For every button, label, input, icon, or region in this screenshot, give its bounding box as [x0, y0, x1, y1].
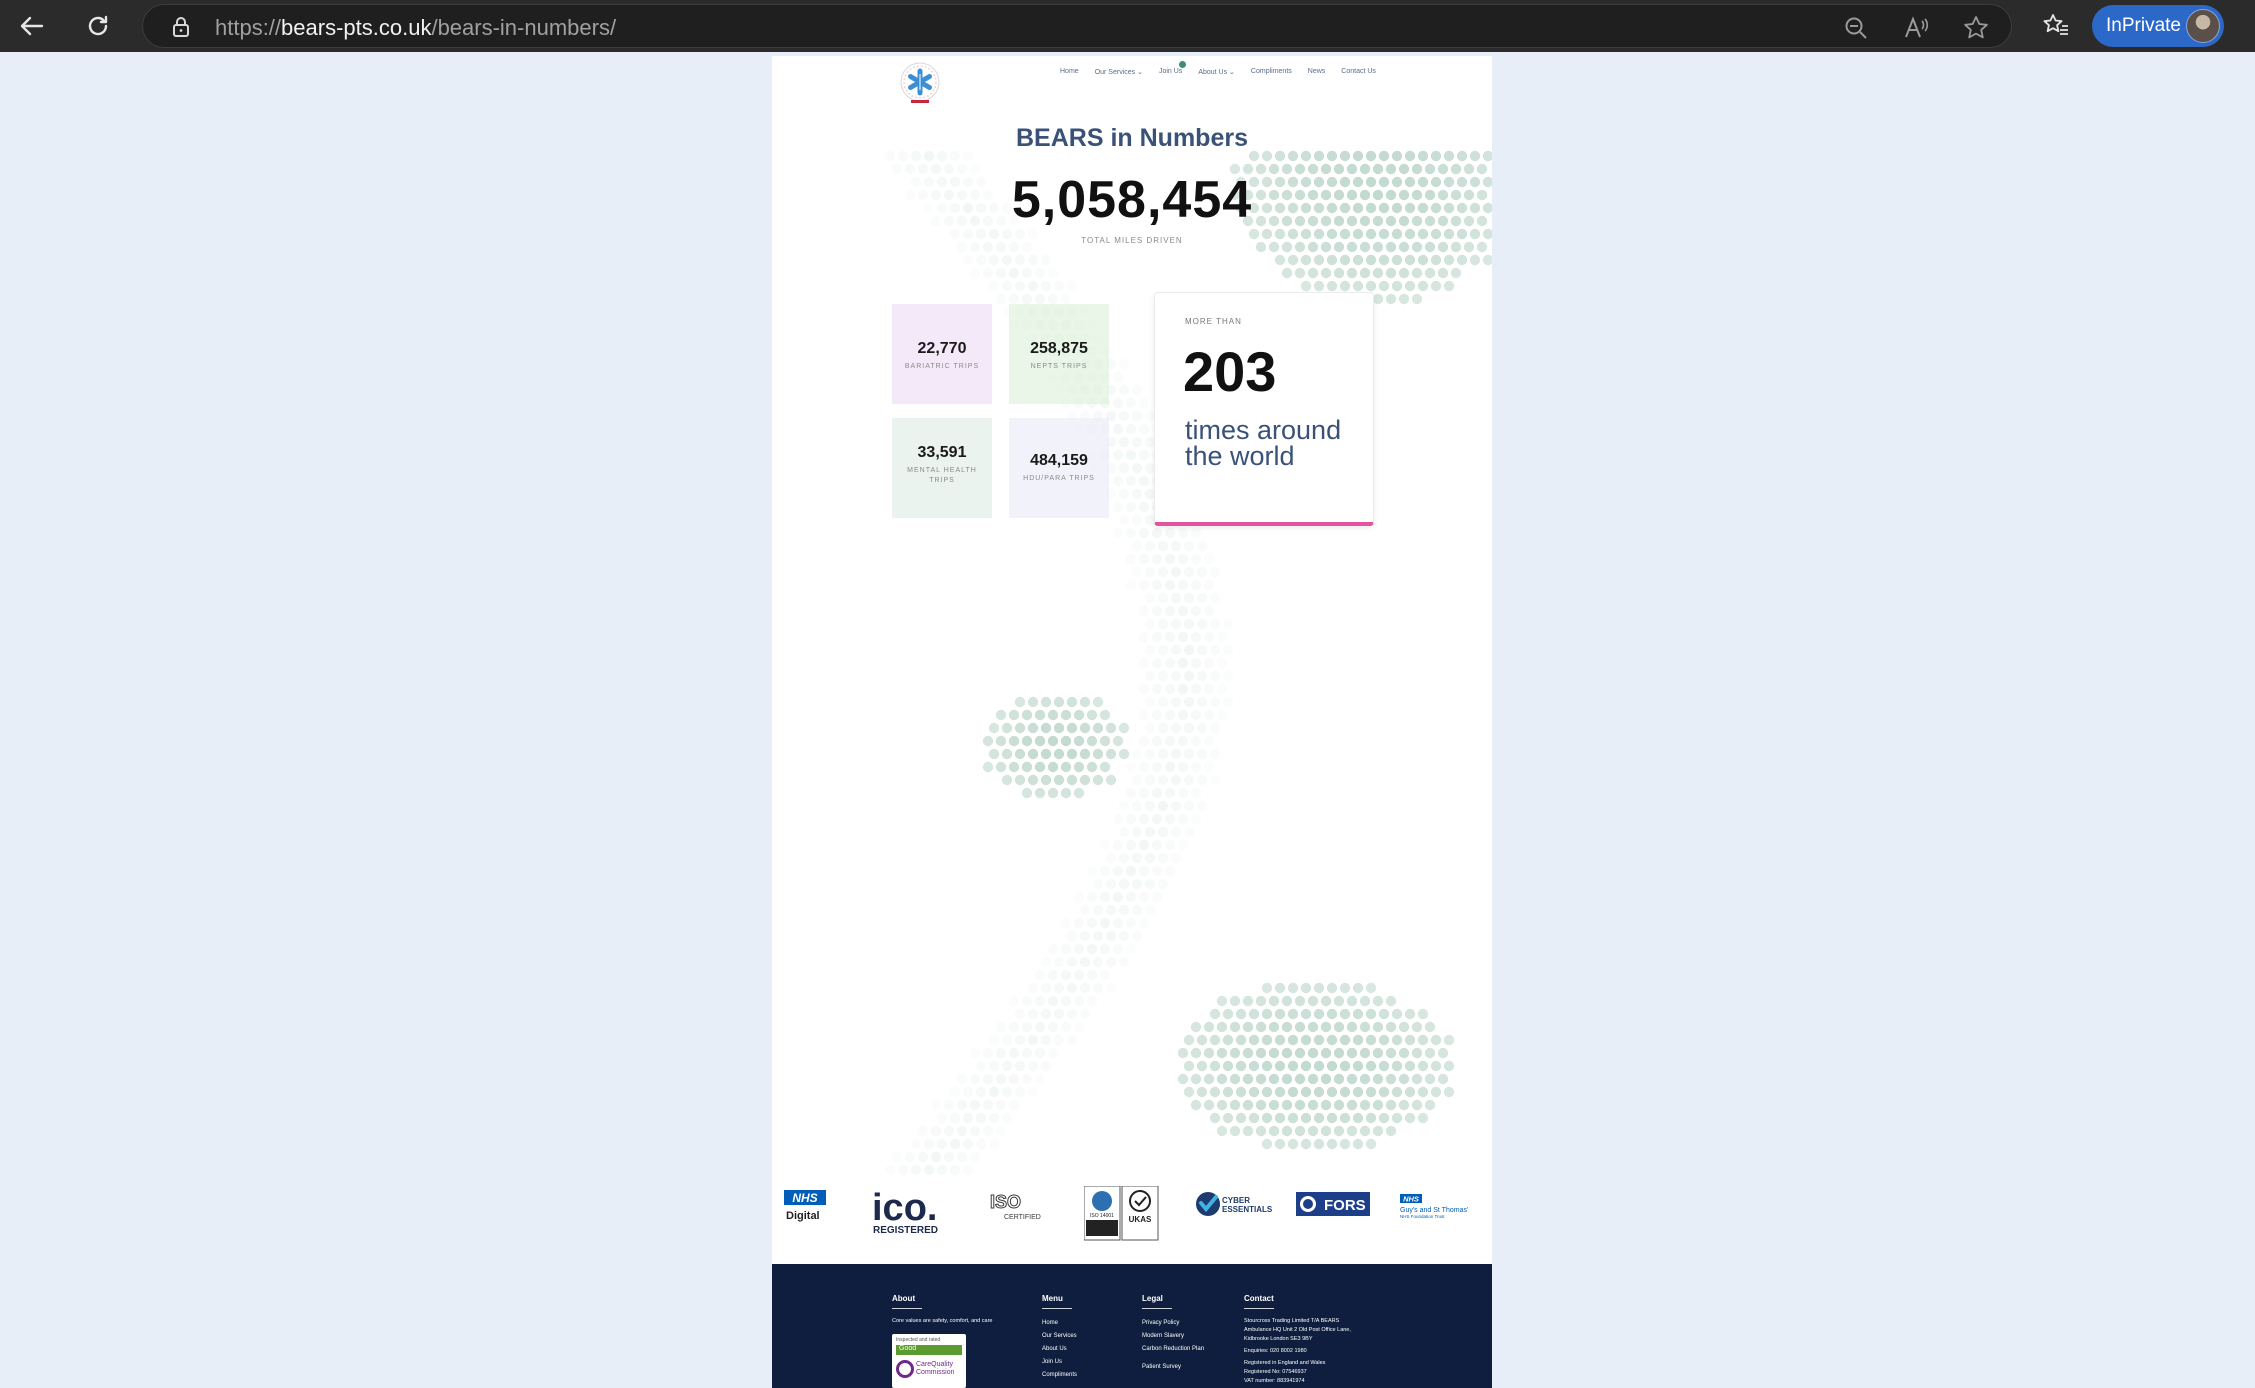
site-footer: About Core values are safety, comfort, a… — [772, 1264, 1492, 1388]
nav-compliments[interactable]: Compliments — [1251, 68, 1292, 76]
contact-line: VAT number: 883941974 — [1244, 1378, 1305, 1384]
ico-registered-logo: ico. REGISTERED — [872, 1187, 938, 1236]
stat-tile-mental-health: 33,591 MENTAL HEALTH TRIPS — [892, 418, 992, 518]
stat-caption: BARIATRIC TRIPS — [904, 363, 980, 370]
url-text[interactable]: https://bears-pts.co.uk/bears-in-numbers… — [215, 15, 616, 41]
svg-text:FORS: FORS — [1324, 1197, 1366, 1214]
total-miles-caption: TOTAL MILES DRIVEN — [1081, 236, 1183, 245]
certification-logos: NHS Digital ico. REGISTERED ISO CERTIFIE… — [772, 1186, 1492, 1250]
svg-text:ISO 14001: ISO 14001 — [1090, 1213, 1114, 1219]
profile-avatar[interactable] — [2186, 9, 2220, 43]
address-bar[interactable]: https://bears-pts.co.uk/bears-in-numbers… — [142, 4, 2012, 48]
iso-ukas-logo: ISO 14001 UKAS — [1084, 1186, 1159, 1241]
footer-link-carbon-reduction[interactable]: Carbon Reduction Plan — [1142, 1343, 1204, 1356]
back-icon[interactable] — [14, 8, 50, 44]
contact-enquiries[interactable]: Enquiries: 020 8002 1980 — [1244, 1347, 1351, 1356]
footer-link-patient-survey[interactable]: Patient Survey — [1142, 1361, 1204, 1374]
footer-link-about-us[interactable]: About Us — [1042, 1343, 1077, 1356]
divider — [1142, 1308, 1172, 1309]
stat-caption: HDU/PARA TRIPS — [1023, 475, 1095, 482]
contact-line: Kidbrooke London SE3 9BY — [1244, 1336, 1313, 1342]
divider — [1244, 1308, 1274, 1309]
fors-logo: FORS — [1296, 1192, 1370, 1216]
stat-tile-nepts: 258,875 NEPTS TRIPS — [1009, 304, 1109, 404]
svg-text:CERTIFIED: CERTIFIED — [1004, 1214, 1041, 1221]
stat-value: 258,875 — [1030, 340, 1088, 357]
footer-link-home[interactable]: Home — [1042, 1317, 1077, 1330]
contact-line: Ambulance HQ Unit 2 Old Post Office Lane… — [1244, 1327, 1351, 1333]
footer-link-privacy-policy[interactable]: Privacy Policy — [1142, 1317, 1204, 1330]
svg-text:ico.: ico. — [872, 1187, 937, 1229]
footer-link-our-services[interactable]: Our Services — [1042, 1330, 1077, 1343]
guys-st-thomas-logo: NHS Guy's and St Thomas' NHS Foundation … — [1400, 1194, 1468, 1219]
footer-link-modern-slavery[interactable]: Modern Slavery — [1142, 1330, 1204, 1343]
card-number: 203 — [1183, 340, 1277, 403]
nav-home[interactable]: Home — [1060, 68, 1079, 76]
contact-line: Stourcross Trading Limited T/A BEARS — [1244, 1318, 1340, 1324]
footer-about: About Core values are safety, comfort, a… — [892, 1294, 992, 1388]
refresh-icon[interactable] — [80, 8, 116, 44]
svg-text:ESSENTIALS: ESSENTIALS — [1222, 1205, 1273, 1214]
browser-toolbar: https://bears-pts.co.uk/bears-in-numbers… — [0, 0, 2255, 52]
stat-value: 33,591 — [917, 444, 967, 461]
inprivate-button[interactable]: InPrivate — [2092, 5, 2224, 47]
read-aloud-icon[interactable] — [1903, 15, 1929, 41]
divider — [1042, 1308, 1072, 1309]
svg-text:UKAS: UKAS — [1129, 1215, 1152, 1224]
svg-text:Guy's and St Thomas': Guy's and St Thomas' — [1400, 1207, 1468, 1214]
footer-menu-heading: Menu — [1042, 1294, 1063, 1303]
nav-our-services[interactable]: Our Services ⌄ — [1095, 68, 1143, 76]
nhs-digital-logo: NHS Digital — [784, 1190, 826, 1222]
card-text: times around the world — [1185, 415, 1342, 471]
nav-join-us[interactable]: Join Us — [1159, 61, 1186, 76]
svg-text:CYBER: CYBER — [1222, 1196, 1250, 1205]
contact-line: Registered No: 07546937 — [1244, 1369, 1307, 1375]
lock-icon[interactable] — [169, 15, 193, 39]
divider — [892, 1308, 922, 1309]
world-trips-card: MORE THAN 203 times around the world — [1154, 292, 1374, 526]
favorite-star-icon[interactable] — [1963, 15, 1989, 41]
nav-news[interactable]: News — [1308, 68, 1326, 76]
favorites-icon[interactable] — [2038, 8, 2074, 44]
stat-value: 484,159 — [1030, 452, 1088, 469]
card-kicker: MORE THAN — [1185, 317, 1242, 326]
nav-about-us[interactable]: About Us ⌄ — [1198, 68, 1235, 76]
svg-text:ISO: ISO — [990, 1192, 1021, 1212]
footer-contact-heading: Contact — [1244, 1294, 1274, 1303]
cqc-logo-icon — [896, 1360, 914, 1378]
nav-contact-us[interactable]: Contact Us — [1341, 68, 1376, 76]
total-miles-value: 5,058,454 — [1011, 171, 1253, 229]
footer-link-join-us[interactable]: Join Us — [1042, 1356, 1077, 1369]
stat-tile-bariatric: 22,770 BARIATRIC TRIPS — [892, 304, 992, 404]
contact-line: Registered in England and Wales — [1244, 1360, 1326, 1366]
cqc-rating-badge[interactable]: Inspected and rated Good CareQuality Com… — [892, 1334, 966, 1388]
stat-caption: MENTAL HEALTH TRIPS — [907, 467, 977, 484]
cyber-essentials-logo: CYBER ESSENTIALS — [1196, 1192, 1273, 1216]
stat-caption: NEPTS TRIPS — [1030, 363, 1088, 370]
bears-logo[interactable] — [898, 62, 942, 106]
svg-text:NHS: NHS — [792, 1191, 817, 1205]
svg-text:NHS: NHS — [1403, 1195, 1419, 1204]
inprivate-label: InPrivate — [2106, 15, 2181, 36]
page-title: BEARS in Numbers — [1016, 124, 1248, 152]
footer-contact: Contact Stourcross Trading Limited T/A B… — [1244, 1294, 1351, 1386]
footer-menu: Menu Home Our Services About Us Join Us … — [1042, 1294, 1077, 1382]
footer-tagline: Core values are safety, comfort, and car… — [892, 1318, 993, 1324]
footer-about-heading: About — [892, 1294, 916, 1303]
svg-text:NHS Foundation Trust: NHS Foundation Trust — [1400, 1214, 1445, 1219]
footer-link-compliments[interactable]: Compliments — [1042, 1369, 1077, 1382]
footer-legal: Legal Privacy Policy Modern Slavery Carb… — [1142, 1294, 1204, 1374]
svg-text:Digital: Digital — [786, 1210, 820, 1222]
main-nav: Home Our Services ⌄ Join Us About Us ⌄ C… — [1060, 61, 1376, 76]
svg-text:REGISTERED: REGISTERED — [873, 1225, 938, 1236]
stat-value: 22,770 — [917, 340, 967, 357]
footer-legal-heading: Legal — [1142, 1294, 1163, 1303]
zoom-out-icon[interactable] — [1843, 15, 1869, 41]
notification-dot — [1178, 61, 1186, 68]
web-page: Home Our Services ⌄ Join Us About Us ⌄ C… — [772, 56, 1492, 1388]
iso-certified-logo: ISO CERTIFIED — [990, 1192, 1041, 1222]
stat-tile-hdu-para: 484,159 HDU/PARA TRIPS — [1009, 418, 1109, 518]
